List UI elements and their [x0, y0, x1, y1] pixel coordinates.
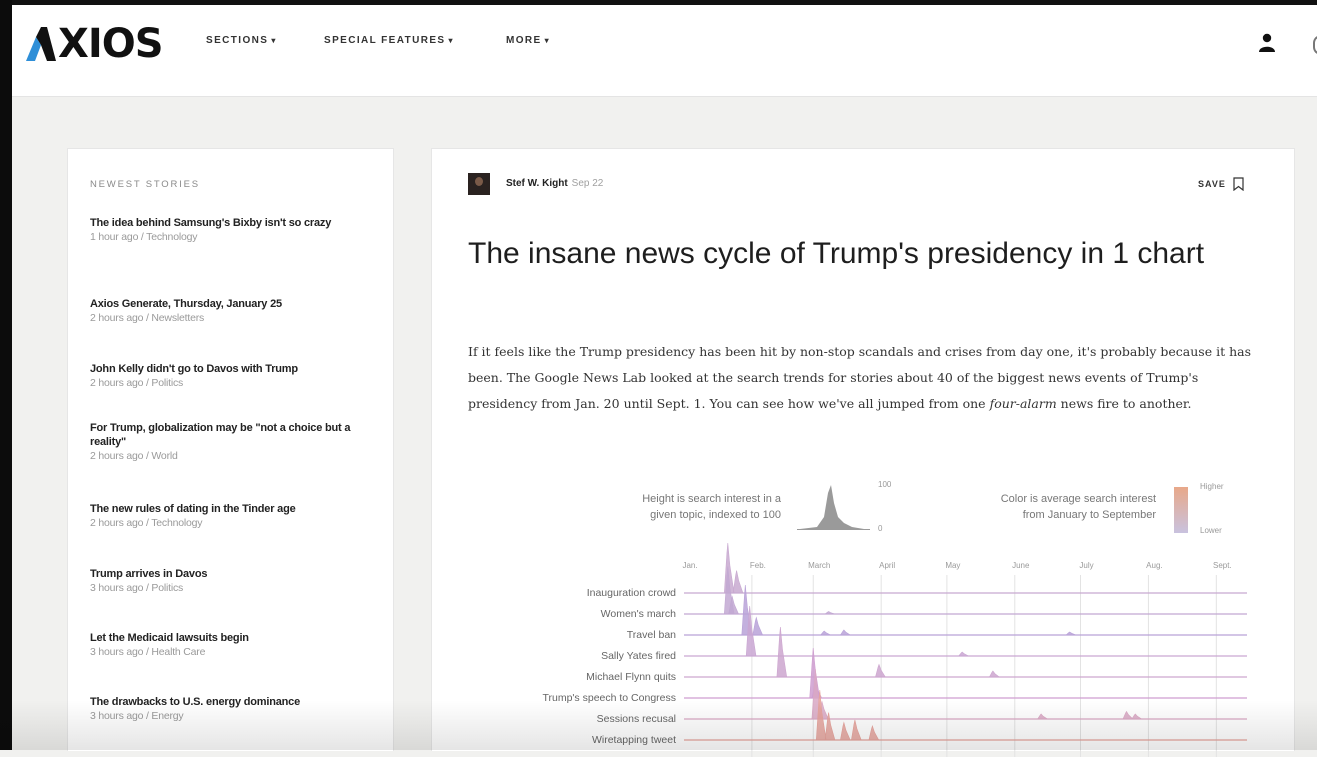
series-peak: [839, 629, 852, 636]
body-text-2: news fire to another.: [1056, 396, 1192, 411]
story-item[interactable]: Let the Medicaid lawsuits begin 3 hours …: [90, 631, 360, 659]
month-tick-label: Aug.: [1146, 561, 1162, 570]
story-meta: 3 hours ago / Health Care: [90, 646, 206, 658]
legend-color-text: Color is average search interest: [1001, 493, 1156, 505]
search-icon[interactable]: [1313, 35, 1317, 55]
series-peak: [820, 630, 831, 636]
month-tick-label: Jan.: [682, 561, 697, 570]
story-title[interactable]: The drawbacks to U.S. energy dominance: [90, 695, 360, 709]
series-label: Women's march: [601, 608, 676, 620]
series-peak: [840, 721, 851, 741]
author-name[interactable]: Stef W. Kight: [506, 178, 568, 189]
save-label: SAVE: [1198, 179, 1226, 189]
series-peak: [958, 651, 969, 657]
story-item[interactable]: For Trump, globalization may be "not a c…: [90, 421, 360, 463]
series-peak: [868, 725, 880, 741]
legend-height-text: Height is search interest in a: [642, 493, 782, 505]
legend-height-text: given topic, indexed to 100: [650, 509, 781, 521]
legend-color-gradient: [1174, 487, 1188, 533]
window-left-edge: [0, 0, 12, 750]
nav-more[interactable]: MORE ▾: [506, 35, 550, 46]
story-item[interactable]: John Kelly didn't go to Davos with Trump…: [90, 362, 360, 390]
legend-color-high: Higher: [1200, 482, 1224, 491]
legend-color-text: from January to September: [1023, 509, 1157, 521]
month-tick-label: April: [879, 561, 895, 570]
body-text-italic: four-alarm: [989, 396, 1057, 411]
story-item[interactable]: The idea behind Samsung's Bixby isn't so…: [90, 216, 360, 244]
axios-logo-mark: [26, 27, 56, 61]
legend-color-low: Lower: [1200, 526, 1222, 535]
series-peak: [1037, 713, 1049, 720]
story-meta: 3 hours ago / Energy: [90, 710, 184, 722]
legend-height-max: 100: [878, 480, 892, 489]
series-label: Sessions recusal: [597, 713, 676, 725]
author-avatar[interactable]: [468, 173, 490, 195]
story-title[interactable]: Axios Generate, Thursday, January 25: [90, 297, 360, 311]
story-meta: 3 hours ago / Politics: [90, 582, 184, 594]
axios-logo[interactable]: XIOS: [26, 21, 164, 67]
nav-special-features[interactable]: SPECIAL FEATURES ▾: [324, 35, 454, 46]
article-body: If it feels like the Trump presidency ha…: [468, 339, 1258, 417]
nav-more-label: MORE: [506, 35, 542, 46]
month-tick-label: July: [1079, 561, 1093, 570]
month-tick-label: June: [1012, 561, 1030, 570]
news-cycle-chart: Height is search interest in a given topi…: [542, 480, 1247, 757]
story-title[interactable]: For Trump, globalization may be "not a c…: [90, 421, 360, 449]
publish-date: Sep 22: [571, 178, 604, 189]
legend-height-min: 0: [878, 524, 883, 533]
series-label: Inauguration crowd: [587, 587, 676, 599]
article-title: The insane news cycle of Trump's preside…: [468, 237, 1205, 270]
series-label: Michael Flynn quits: [586, 671, 676, 683]
month-tick-label: May: [945, 561, 960, 570]
month-tick-label: March: [808, 561, 830, 570]
story-item[interactable]: The new rules of dating in the Tinder ag…: [90, 502, 360, 530]
series-label: Travel ban: [627, 629, 676, 641]
story-item[interactable]: Axios Generate, Thursday, January 25 2 h…: [90, 297, 360, 325]
user-icon[interactable]: [1258, 33, 1276, 53]
series-peak: [875, 663, 886, 678]
site-header: XIOS SECTIONS ▾ SPECIAL FEATURES ▾ MORE ▾: [12, 5, 1317, 97]
legend-height-sparkline: [800, 485, 864, 529]
month-tick-label: Feb.: [750, 561, 766, 570]
save-button[interactable]: SAVE: [1198, 177, 1244, 191]
story-meta: 2 hours ago / Newsletters: [90, 312, 205, 324]
sidebar-heading: NEWEST STORIES: [90, 179, 200, 190]
story-title[interactable]: Trump arrives in Davos: [90, 567, 360, 581]
article-card: Stef W. Kight Sep 22 SAVE The insane news…: [431, 148, 1295, 757]
series-peak: [1131, 713, 1143, 720]
newest-stories-sidebar: NEWEST STORIES The idea behind Samsung's…: [67, 148, 394, 751]
story-item[interactable]: The drawbacks to U.S. energy dominance 3…: [90, 695, 360, 723]
story-title[interactable]: John Kelly didn't go to Davos with Trump: [90, 362, 360, 376]
series-peak: [1122, 710, 1134, 720]
chevron-down-icon: ▾: [271, 36, 277, 45]
nav-sections[interactable]: SECTIONS ▾: [206, 35, 277, 46]
story-meta: 2 hours ago / Politics: [90, 377, 184, 389]
byline: Stef W. Kight Sep 22: [506, 178, 603, 189]
story-meta: 1 hour ago / Technology: [90, 231, 198, 243]
nav-sections-label: SECTIONS: [206, 35, 269, 46]
story-title[interactable]: Let the Medicaid lawsuits begin: [90, 631, 360, 645]
series-peak: [851, 719, 862, 741]
logo-text: XIOS: [58, 21, 164, 67]
series-peak: [752, 616, 764, 636]
story-meta: 2 hours ago / Technology: [90, 517, 203, 529]
series-peak: [824, 611, 835, 615]
nav-special-features-label: SPECIAL FEATURES: [324, 35, 446, 46]
series-label: Sally Yates fired: [601, 650, 676, 662]
series-peak: [1065, 631, 1077, 636]
story-item[interactable]: Trump arrives in Davos 3 hours ago / Pol…: [90, 567, 360, 595]
series-peak: [732, 570, 744, 594]
chevron-down-icon: ▾: [544, 36, 551, 45]
story-title[interactable]: The new rules of dating in the Tinder ag…: [90, 502, 360, 516]
series-peak: [988, 670, 1001, 678]
story-title[interactable]: The idea behind Samsung's Bixby isn't so…: [90, 216, 360, 230]
bookmark-icon: [1233, 177, 1244, 191]
series-label: Wiretapping tweet: [592, 734, 676, 746]
chevron-down-icon: ▾: [448, 36, 454, 45]
month-tick-label: Sept.: [1213, 561, 1232, 570]
story-meta: 2 hours ago / World: [90, 450, 178, 462]
series-label: Trump's speech to Congress: [542, 692, 676, 704]
